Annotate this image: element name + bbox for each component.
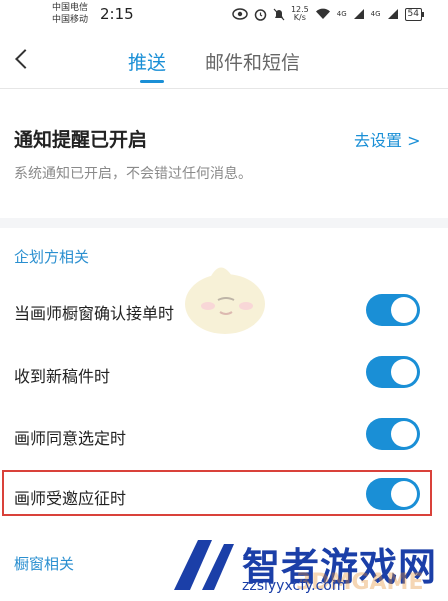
section-window-label: 橱窗相关 xyxy=(14,555,75,573)
tab-push[interactable]: 推送 xyxy=(128,48,166,75)
section-planner-label: 企划方相关 xyxy=(14,248,90,266)
active-tab-indicator xyxy=(140,80,164,83)
net-speed-unit: K/s xyxy=(293,13,306,22)
notice-title: 通知提醒已开启 xyxy=(14,129,148,151)
signal-icon xyxy=(353,9,364,19)
mascot-watermark xyxy=(185,267,265,334)
signal-1-label: 4G xyxy=(336,10,347,18)
nav-divider xyxy=(0,88,448,89)
mute-icon xyxy=(273,8,285,20)
signal-icon-2 xyxy=(387,9,398,19)
section-separator xyxy=(0,218,448,228)
toggle-new-draft[interactable] xyxy=(366,356,420,388)
tab-email-sms[interactable]: 邮件和短信 xyxy=(205,48,300,75)
top-navbar: 推送 邮件和短信 xyxy=(0,34,448,88)
item-label-window-confirm: 当画师橱窗确认接单时 xyxy=(14,304,175,323)
carrier-info: 中国电信 中国移动 xyxy=(52,2,88,26)
item-label-new-draft: 收到新稿件时 xyxy=(14,367,111,386)
item-label-artist-invited: 画师受邀应征时 xyxy=(14,489,127,508)
toggle-artist-invited[interactable] xyxy=(366,478,420,510)
wifi-icon xyxy=(315,8,330,19)
status-time: 2:15 xyxy=(100,5,134,23)
back-button[interactable] xyxy=(8,42,38,76)
alarm-icon xyxy=(254,8,267,21)
go-settings-link[interactable]: 去设置 > xyxy=(354,127,421,151)
item-label-artist-agree: 画师同意选定时 xyxy=(14,429,127,448)
toggle-artist-agree[interactable] xyxy=(366,418,420,450)
watermark-url: zzslyyxcfy.com xyxy=(242,578,346,594)
status-bar: 中国电信 中国移动 2:15 12.5 K/s 4G 4G 54 xyxy=(0,0,448,34)
status-icons: 12.5 K/s 4G 4G 54 xyxy=(232,6,425,22)
net-speed: 12.5 K/s xyxy=(291,6,309,22)
eye-icon xyxy=(232,8,248,20)
battery-indicator: 54 xyxy=(404,7,425,21)
carrier-2: 中国移动 xyxy=(52,15,89,25)
brand-logo-icon xyxy=(174,540,234,590)
signal-2-label: 4G xyxy=(370,10,381,18)
notice-description: 系统通知已开启，不会错过任何消息。 xyxy=(14,166,252,182)
carrier-1: 中国电信 xyxy=(52,3,89,13)
toggle-window-confirm[interactable] xyxy=(366,294,420,326)
